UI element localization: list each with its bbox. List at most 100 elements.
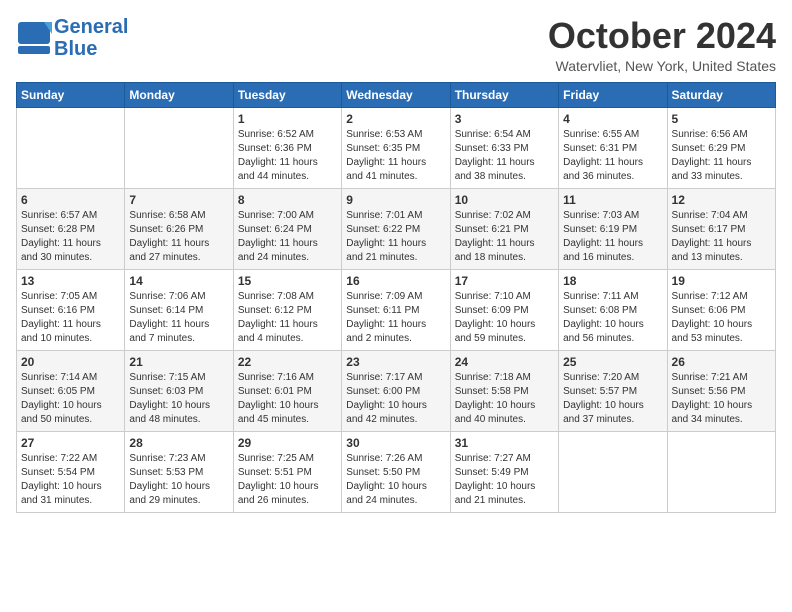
day-detail: Sunrise: 6:56 AM Sunset: 6:29 PM Dayligh… bbox=[672, 128, 771, 184]
day-detail: Sunrise: 7:14 AM Sunset: 6:05 PM Dayligh… bbox=[21, 371, 120, 427]
day-number: 26 bbox=[672, 355, 771, 369]
day-number: 4 bbox=[563, 112, 662, 126]
day-detail: Sunrise: 7:06 AM Sunset: 6:14 PM Dayligh… bbox=[129, 290, 228, 346]
day-detail: Sunrise: 7:01 AM Sunset: 6:22 PM Dayligh… bbox=[346, 209, 445, 265]
calendar-week-row: 13 Sunrise: 7:05 AM Sunset: 6:16 PM Dayli… bbox=[17, 269, 776, 350]
day-number: 5 bbox=[672, 112, 771, 126]
calendar: SundayMondayTuesdayWednesdayThursdayFrid… bbox=[16, 82, 776, 513]
calendar-cell: 2 Sunrise: 6:53 AM Sunset: 6:35 PM Daylig… bbox=[342, 107, 450, 188]
calendar-cell: 26 Sunrise: 7:21 AM Sunset: 5:56 PM Dayli… bbox=[667, 350, 775, 431]
title-block: October 2024 Watervliet, New York, Unite… bbox=[548, 16, 776, 74]
day-of-week-header: Friday bbox=[559, 82, 667, 107]
calendar-cell: 7 Sunrise: 6:58 AM Sunset: 6:26 PM Daylig… bbox=[125, 188, 233, 269]
day-detail: Sunrise: 7:18 AM Sunset: 5:58 PM Dayligh… bbox=[455, 371, 554, 427]
day-detail: Sunrise: 7:11 AM Sunset: 6:08 PM Dayligh… bbox=[563, 290, 662, 346]
day-detail: Sunrise: 7:10 AM Sunset: 6:09 PM Dayligh… bbox=[455, 290, 554, 346]
calendar-cell: 29Sunrise: 7:25 AM Sunset: 5:51 PM Dayli… bbox=[233, 431, 341, 512]
calendar-cell: 11 Sunrise: 7:03 AM Sunset: 6:19 PM Dayli… bbox=[559, 188, 667, 269]
day-detail: Sunrise: 7:20 AM Sunset: 5:57 PM Dayligh… bbox=[563, 371, 662, 427]
calendar-cell: 25 Sunrise: 7:20 AM Sunset: 5:57 PM Dayli… bbox=[559, 350, 667, 431]
calendar-cell: 27 Sunrise: 7:22 AM Sunset: 5:54 PM Dayli… bbox=[17, 431, 125, 512]
day-detail: Sunrise: 7:27 AM Sunset: 5:49 PM Dayligh… bbox=[455, 452, 554, 508]
calendar-cell: 21 Sunrise: 7:15 AM Sunset: 6:03 PM Dayli… bbox=[125, 350, 233, 431]
day-number: 30 bbox=[346, 436, 445, 450]
header: General Blue October 2024 Watervliet, Ne… bbox=[16, 16, 776, 74]
day-detail: Sunrise: 7:02 AM Sunset: 6:21 PM Dayligh… bbox=[455, 209, 554, 265]
day-number: 27 bbox=[21, 436, 120, 450]
day-number: 18 bbox=[563, 274, 662, 288]
calendar-cell: 19 Sunrise: 7:12 AM Sunset: 6:06 PM Dayli… bbox=[667, 269, 775, 350]
day-detail: Sunrise: 7:17 AM Sunset: 6:00 PM Dayligh… bbox=[346, 371, 445, 427]
day-detail: Sunrise: 7:26 AM Sunset: 5:50 PM Dayligh… bbox=[346, 452, 445, 508]
day-number: 29 bbox=[238, 436, 337, 450]
day-detail: Sunrise: 6:52 AM Sunset: 6:36 PM Dayligh… bbox=[238, 128, 337, 184]
location: Watervliet, New York, United States bbox=[548, 58, 776, 74]
day-number: 16 bbox=[346, 274, 445, 288]
day-number: 23 bbox=[346, 355, 445, 369]
day-detail: Sunrise: 6:53 AM Sunset: 6:35 PM Dayligh… bbox=[346, 128, 445, 184]
calendar-cell: 10Sunrise: 7:02 AM Sunset: 6:21 PM Dayli… bbox=[450, 188, 558, 269]
day-number: 15 bbox=[238, 274, 337, 288]
day-number: 28 bbox=[129, 436, 228, 450]
day-detail: Sunrise: 6:57 AM Sunset: 6:28 PM Dayligh… bbox=[21, 209, 120, 265]
day-of-week-header: Thursday bbox=[450, 82, 558, 107]
calendar-cell: 15 Sunrise: 7:08 AM Sunset: 6:12 PM Dayli… bbox=[233, 269, 341, 350]
calendar-cell: 18 Sunrise: 7:11 AM Sunset: 6:08 PM Dayli… bbox=[559, 269, 667, 350]
day-detail: Sunrise: 7:00 AM Sunset: 6:24 PM Dayligh… bbox=[238, 209, 337, 265]
day-detail: Sunrise: 7:22 AM Sunset: 5:54 PM Dayligh… bbox=[21, 452, 120, 508]
day-of-week-header: Sunday bbox=[17, 82, 125, 107]
calendar-cell: 28 Sunrise: 7:23 AM Sunset: 5:53 PM Dayli… bbox=[125, 431, 233, 512]
day-number: 2 bbox=[346, 112, 445, 126]
day-detail: Sunrise: 7:04 AM Sunset: 6:17 PM Dayligh… bbox=[672, 209, 771, 265]
day-number: 19 bbox=[672, 274, 771, 288]
calendar-week-row: 27 Sunrise: 7:22 AM Sunset: 5:54 PM Dayli… bbox=[17, 431, 776, 512]
day-number: 31 bbox=[455, 436, 554, 450]
logo-blue: Blue bbox=[54, 38, 128, 60]
day-detail: Sunrise: 7:16 AM Sunset: 6:01 PM Dayligh… bbox=[238, 371, 337, 427]
day-number: 8 bbox=[238, 193, 337, 207]
calendar-week-row: 20 Sunrise: 7:14 AM Sunset: 6:05 PM Dayli… bbox=[17, 350, 776, 431]
calendar-cell: 20 Sunrise: 7:14 AM Sunset: 6:05 PM Dayli… bbox=[17, 350, 125, 431]
day-detail: Sunrise: 7:21 AM Sunset: 5:56 PM Dayligh… bbox=[672, 371, 771, 427]
calendar-cell bbox=[125, 107, 233, 188]
day-number: 9 bbox=[346, 193, 445, 207]
calendar-header-row: SundayMondayTuesdayWednesdayThursdayFrid… bbox=[17, 82, 776, 107]
day-number: 7 bbox=[129, 193, 228, 207]
day-number: 11 bbox=[563, 193, 662, 207]
day-detail: Sunrise: 7:05 AM Sunset: 6:16 PM Dayligh… bbox=[21, 290, 120, 346]
day-number: 1 bbox=[238, 112, 337, 126]
day-detail: Sunrise: 7:15 AM Sunset: 6:03 PM Dayligh… bbox=[129, 371, 228, 427]
day-detail: Sunrise: 7:23 AM Sunset: 5:53 PM Dayligh… bbox=[129, 452, 228, 508]
day-number: 24 bbox=[455, 355, 554, 369]
day-detail: Sunrise: 6:54 AM Sunset: 6:33 PM Dayligh… bbox=[455, 128, 554, 184]
calendar-cell: 24 Sunrise: 7:18 AM Sunset: 5:58 PM Dayli… bbox=[450, 350, 558, 431]
day-number: 22 bbox=[238, 355, 337, 369]
calendar-cell: 5 Sunrise: 6:56 AM Sunset: 6:29 PM Daylig… bbox=[667, 107, 775, 188]
calendar-week-row: 1 Sunrise: 6:52 AM Sunset: 6:36 PM Daylig… bbox=[17, 107, 776, 188]
calendar-cell: 14 Sunrise: 7:06 AM Sunset: 6:14 PM Dayli… bbox=[125, 269, 233, 350]
day-detail: Sunrise: 7:03 AM Sunset: 6:19 PM Dayligh… bbox=[563, 209, 662, 265]
day-of-week-header: Wednesday bbox=[342, 82, 450, 107]
day-number: 25 bbox=[563, 355, 662, 369]
day-of-week-header: Monday bbox=[125, 82, 233, 107]
day-of-week-header: Saturday bbox=[667, 82, 775, 107]
calendar-cell: 30 Sunrise: 7:26 AM Sunset: 5:50 PM Dayli… bbox=[342, 431, 450, 512]
day-number: 21 bbox=[129, 355, 228, 369]
day-number: 14 bbox=[129, 274, 228, 288]
day-number: 13 bbox=[21, 274, 120, 288]
logo-icon bbox=[16, 20, 52, 56]
calendar-cell: 1 Sunrise: 6:52 AM Sunset: 6:36 PM Daylig… bbox=[233, 107, 341, 188]
day-detail: Sunrise: 7:08 AM Sunset: 6:12 PM Dayligh… bbox=[238, 290, 337, 346]
calendar-cell: 4 Sunrise: 6:55 AM Sunset: 6:31 PM Daylig… bbox=[559, 107, 667, 188]
calendar-cell: 6Sunrise: 6:57 AM Sunset: 6:28 PM Daylig… bbox=[17, 188, 125, 269]
calendar-cell: 9 Sunrise: 7:01 AM Sunset: 6:22 PM Daylig… bbox=[342, 188, 450, 269]
calendar-cell bbox=[559, 431, 667, 512]
day-detail: Sunrise: 6:55 AM Sunset: 6:31 PM Dayligh… bbox=[563, 128, 662, 184]
calendar-cell: 16 Sunrise: 7:09 AM Sunset: 6:11 PM Dayli… bbox=[342, 269, 450, 350]
calendar-cell bbox=[667, 431, 775, 512]
calendar-cell: 22 Sunrise: 7:16 AM Sunset: 6:01 PM Dayli… bbox=[233, 350, 341, 431]
day-detail: Sunrise: 7:12 AM Sunset: 6:06 PM Dayligh… bbox=[672, 290, 771, 346]
day-number: 20 bbox=[21, 355, 120, 369]
day-detail: Sunrise: 6:58 AM Sunset: 6:26 PM Dayligh… bbox=[129, 209, 228, 265]
day-detail: Sunrise: 7:09 AM Sunset: 6:11 PM Dayligh… bbox=[346, 290, 445, 346]
